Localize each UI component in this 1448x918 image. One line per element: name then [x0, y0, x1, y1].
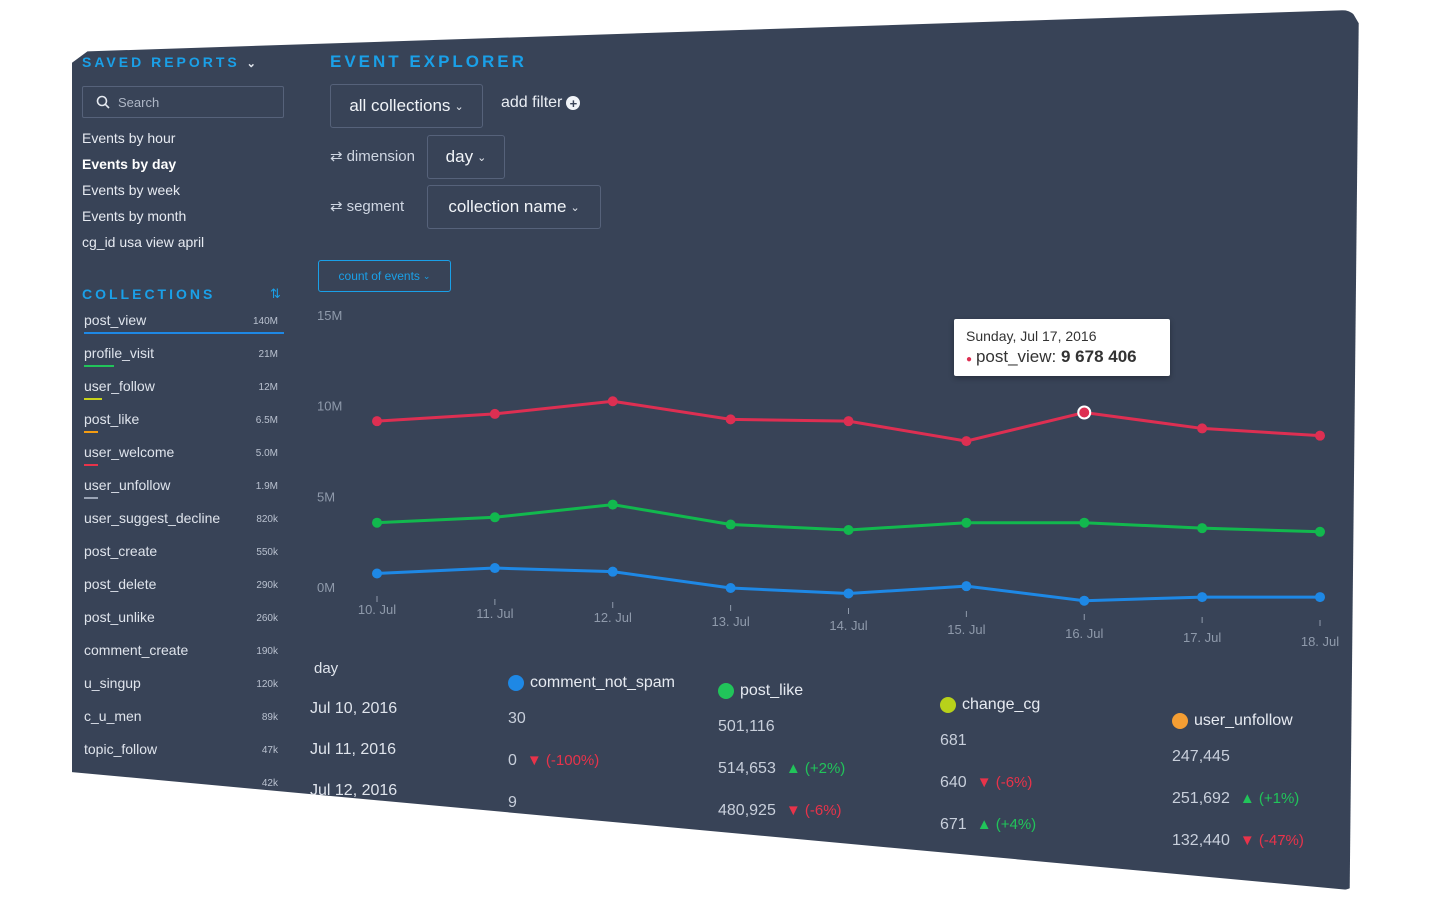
table-cell: 480,925 ▼ (-6%)	[718, 802, 842, 820]
table-column-header[interactable]: comment_not_spam	[508, 674, 675, 692]
cell-value: 681	[940, 732, 967, 749]
table-cell: 671 ▲ (+4%)	[940, 816, 1036, 834]
column-name: change_cg	[962, 696, 1041, 713]
series-dot-icon	[940, 697, 956, 713]
cell-value: 247,445	[1172, 748, 1230, 765]
cell-value: 9	[508, 794, 517, 811]
series-dot-icon	[508, 675, 524, 691]
delta-down-indicator: ▼ (-6%)	[976, 774, 1033, 791]
delta-up-indicator: ▲ (+4%)	[976, 816, 1037, 833]
delta-up-indicator: ▲ (+2%)	[785, 760, 846, 777]
data-table: comment_not_spam post_like change_cg user_u…	[72, 10, 1359, 890]
cell-value: 132,440	[1172, 832, 1230, 849]
table-column-header[interactable]: post_like	[718, 682, 803, 700]
table-cell: 514,653 ▲ (+2%)	[718, 760, 845, 778]
table-row-date: Jul 12, 2016	[310, 782, 398, 799]
table-column-header[interactable]: user_unfollow	[1172, 712, 1293, 730]
cell-value: 514,653	[718, 760, 776, 777]
table-row-date: Jul 10, 2016	[310, 700, 398, 717]
table-row-date: Jul 11, 2016	[310, 741, 396, 758]
delta-down-indicator: ▼ (-6%)	[785, 802, 842, 819]
cell-value: 671	[940, 816, 967, 833]
cell-value: 30	[508, 710, 526, 727]
cell-value: 640	[940, 774, 967, 791]
table-cell: 501,116	[718, 718, 775, 736]
cell-value: 501,116	[718, 718, 775, 735]
table-cell: 30	[508, 710, 526, 728]
series-dot-icon	[718, 683, 734, 699]
table-column-header[interactable]: change_cg	[940, 696, 1040, 714]
table-cell: 9	[508, 794, 517, 812]
table-cell: 640 ▼ (-6%)	[940, 774, 1032, 792]
table-cell: 681	[940, 732, 967, 750]
delta-down-indicator: ▼ (-100%)	[526, 752, 600, 769]
column-name: comment_not_spam	[530, 674, 675, 691]
table-cell: 0 ▼ (-100%)	[508, 752, 599, 770]
column-name: post_like	[740, 682, 804, 699]
cell-value: 0	[508, 752, 517, 769]
collection-name: p_sh	[84, 774, 115, 790]
table-cell: 132,440 ▼ (-47%)	[1172, 832, 1304, 850]
table-cell: 251,692 ▲ (+1%)	[1172, 790, 1299, 808]
table-cell: 247,445	[1172, 748, 1230, 766]
column-name: user_unfollow	[1194, 712, 1293, 729]
series-dot-icon	[1172, 713, 1188, 729]
delta-up-indicator: ▲ (+1%)	[1239, 790, 1300, 807]
app-panel: SAVED REPORTS ⌄ Search Events by hour Eve…	[72, 10, 1359, 890]
cell-value: 251,692	[1172, 790, 1230, 807]
delta-down-indicator: ▼ (-47%)	[1239, 832, 1304, 849]
cell-value: 480,925	[718, 802, 776, 819]
